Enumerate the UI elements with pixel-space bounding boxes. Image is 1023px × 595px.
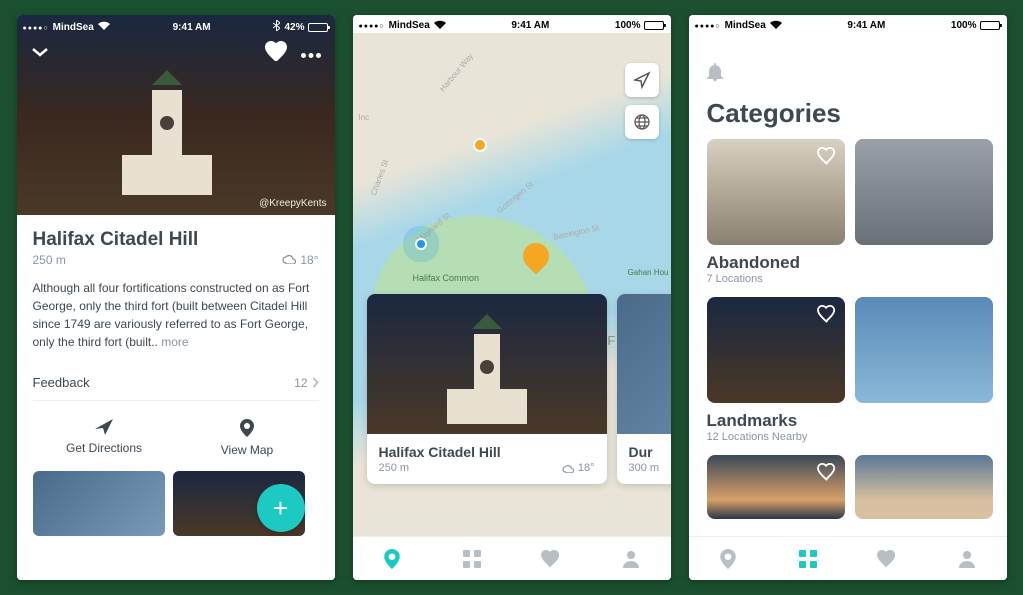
time-label: 9:41 AM [847,20,885,31]
tab-bar [689,536,1007,580]
tab-favorites[interactable] [512,537,592,580]
status-bar: MindSea 9:41 AM 100% [689,15,1007,33]
place-card-distance: 300 m [629,462,660,474]
feedback-count: 12 [294,376,307,390]
tab-map[interactable] [353,537,433,580]
battery-pct: 100% [615,20,641,31]
status-bar: MindSea 9:41 AM 42% [17,18,335,36]
tab-profile[interactable] [591,537,671,580]
wifi-icon [98,21,110,33]
favorite-icon[interactable] [817,305,837,328]
carrier-label: MindSea [53,22,94,33]
category-image[interactable] [707,455,845,519]
categories-screen: MindSea 9:41 AM 100% Categories Abandone… [689,15,1007,580]
photo-credit: @KreepyKents [259,198,326,209]
signal-dots [359,20,385,31]
tab-grid[interactable] [432,537,512,580]
feedback-label: Feedback [33,375,90,390]
description: Although all four fortifications constru… [33,279,319,351]
tab-favorites[interactable] [848,537,928,580]
notifications-icon[interactable] [707,68,723,85]
page-title: Categories [707,98,989,129]
place-card-2[interactable]: Dur 300 m [617,294,671,484]
favorite-icon[interactable] [817,463,837,486]
distance-label: 250 m [33,253,66,267]
globe-button[interactable] [625,105,659,139]
category-name: Abandoned [707,253,989,273]
map-label-common: Halifax Common [413,273,480,283]
place-card-1[interactable]: Halifax Citadel Hill 250 m 18° [367,294,607,484]
battery-icon [980,21,1000,30]
place-title: Halifax Citadel Hill [33,229,319,251]
battery-pct: 42% [284,22,304,33]
place-card-title: Halifax Citadel Hill [379,444,595,460]
tab-bar [353,536,671,580]
time-label: 9:41 AM [173,22,211,33]
locate-button[interactable] [625,63,659,97]
category-count: 7 Locations [707,273,989,285]
battery-icon [644,21,664,30]
add-button[interactable]: + [257,484,305,532]
user-location [415,238,427,250]
temperature-label: 18° [300,253,318,267]
tab-profile[interactable] [927,537,1007,580]
directions-icon [95,419,113,435]
map[interactable]: Halifax Common Halifax Citadel National … [353,33,671,536]
map-screen: MindSea 9:41 AM 100% Halifax Common Hali… [353,15,671,580]
feedback-row[interactable]: Feedback 12 [33,365,319,401]
carrier-label: MindSea [725,20,766,31]
bluetooth-icon [273,20,280,34]
get-directions-button[interactable]: Get Directions [33,419,176,457]
chevron-right-icon [312,377,319,388]
wifi-icon [770,20,782,32]
signal-dots [23,22,49,33]
category-image[interactable] [855,297,993,403]
category-name: Landmarks [707,411,989,431]
favorite-icon[interactable] [817,147,837,170]
more-link[interactable]: more [161,335,188,349]
thumbnail-1[interactable] [33,471,165,536]
weather-icon [282,253,296,267]
battery-pct: 100% [951,20,977,31]
place-card-distance: 250 m [379,462,410,474]
detail-screen: MindSea 9:41 AM 42% @KreepyKents Halifax… [17,15,335,580]
map-pin-small[interactable] [473,138,487,152]
back-icon[interactable] [31,45,49,63]
category-image[interactable] [707,297,845,403]
carrier-label: MindSea [389,20,430,31]
favorite-icon[interactable] [265,41,287,66]
battery-icon [308,23,328,32]
view-map-button[interactable]: View Map [176,419,319,457]
category-image[interactable] [855,139,993,245]
pin-icon [240,419,254,437]
category-image[interactable] [707,139,845,245]
wifi-icon [434,20,446,32]
signal-dots [695,20,721,31]
weather-icon [562,464,574,473]
place-card-temp: 18° [578,462,595,474]
hero-image: @KreepyKents [17,15,335,215]
status-bar: MindSea 9:41 AM 100% [353,15,671,33]
category-count: 12 Locations Nearby [707,431,989,443]
tab-grid[interactable] [768,537,848,580]
place-card-title: Dur [629,444,671,460]
tab-map[interactable] [689,537,769,580]
category-image[interactable] [855,455,993,519]
more-icon[interactable] [301,45,321,63]
time-label: 9:41 AM [511,20,549,31]
